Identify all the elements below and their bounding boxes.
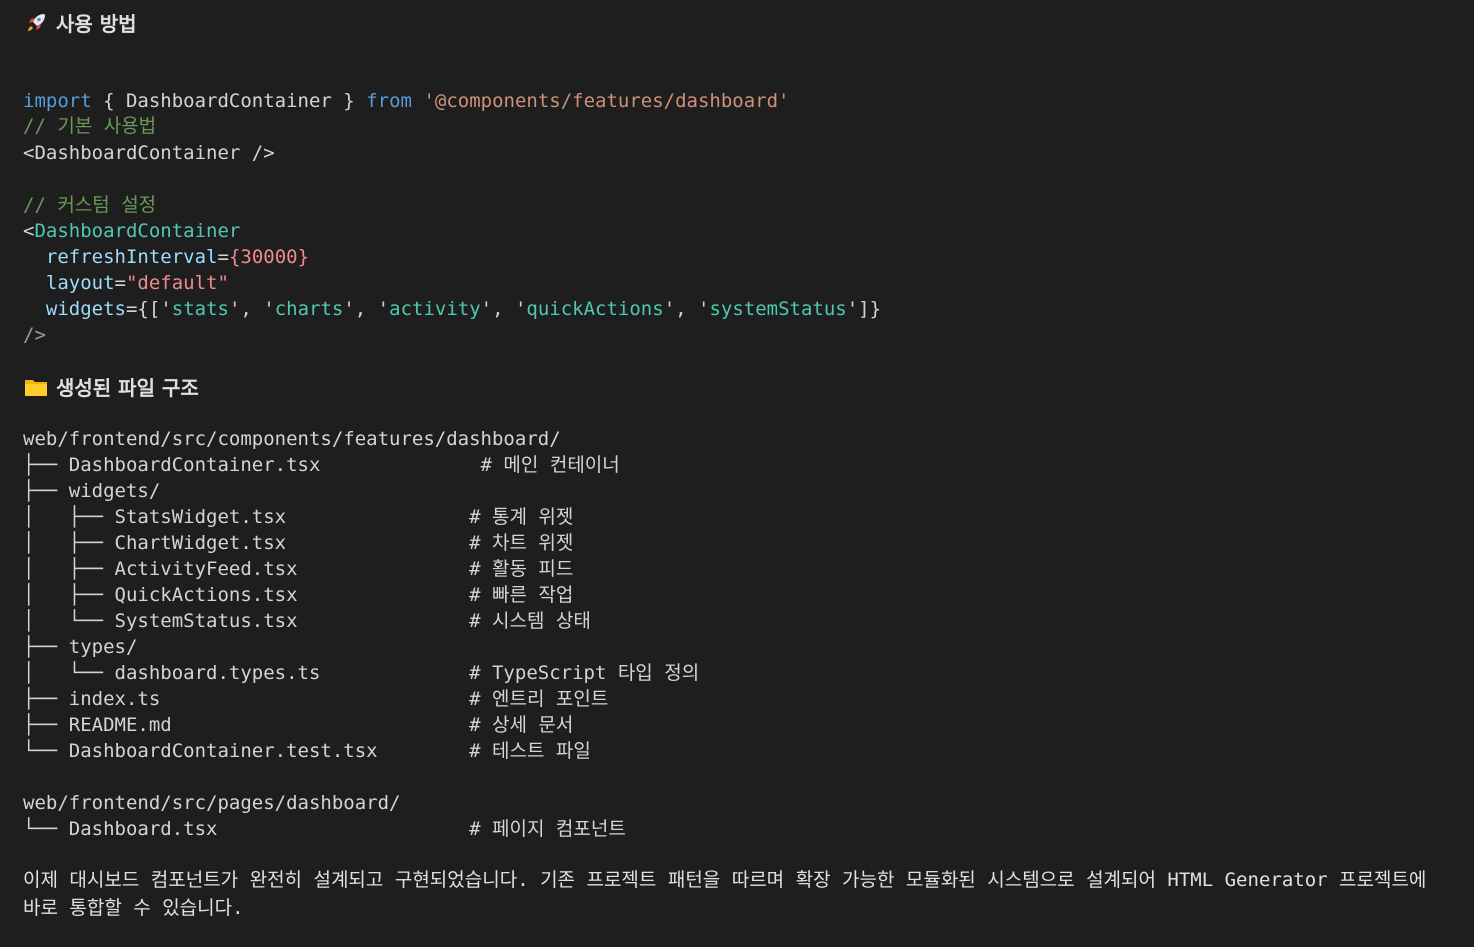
tree-line: ├── DashboardContainer.tsx # 메인 컨테이너 [23,454,620,476]
tree-line: ├── widgets/ [23,480,161,502]
sep3: ', ' [480,298,527,320]
tree-line: ├── index.ts # 엔트리 포인트 [23,688,609,710]
prop3-eq: = [125,298,138,320]
tree-line: │ ├── QuickActions.tsx # 빠른 작업 [23,584,574,606]
sep1: ', ' [228,298,275,320]
rocket-icon [24,11,48,35]
widget-quick-actions: quickActions [526,298,664,320]
from-keyword: from [366,90,412,112]
prop1-name: refreshInterval [45,246,218,268]
comment-basic: // 기본 사용법 [23,115,157,137]
tree-line: └── DashboardContainer.test.tsx # 테스트 파일 [23,740,591,762]
tree-line: web/frontend/src/components/features/das… [23,428,561,450]
tree-line: │ ├── ActivityFeed.tsx # 활동 피드 [23,558,574,580]
import-names: { DashboardContainer } [103,90,355,112]
tree-line: ├── types/ [23,636,138,658]
structure-heading: 생성된 파일 구조 [24,372,199,401]
widget-activity: activity [389,298,481,320]
sep4: ', ' [663,298,710,320]
tree-line: │ ├── ChartWidget.tsx # 차트 위젯 [23,532,574,554]
prop2-value: "default" [125,272,229,294]
prop-layout: layout="default" [23,270,229,296]
prop1-value: {30000} [228,246,310,268]
tree-line: │ └── SystemStatus.tsx # 시스템 상태 [23,610,591,632]
folder-icon [24,376,48,398]
widget-system-status: systemStatus [709,298,847,320]
custom-tag-open: <DashboardContainer [23,218,240,244]
tag-self-close: /> [23,324,46,346]
import-path: '@components/features/dashboard' [423,90,790,112]
tree-line: ├── README.md # 상세 문서 [23,714,574,736]
tag-name: DashboardContainer [34,220,241,242]
widget-charts: charts [274,298,344,320]
prop-widgets: widgets={['stats', 'charts', 'activity',… [23,296,881,322]
tree-line: │ └── dashboard.types.ts # TypeScript 타입… [23,662,700,684]
tag-open-bracket: < [23,220,35,242]
tree-line: │ ├── StatsWidget.tsx # 통계 위젯 [23,506,574,528]
usage-heading-text: 사용 방법 [56,12,137,36]
import-line: import { DashboardContainer } from '@com… [23,62,789,112]
comment-custom: // 커스텀 설정 [23,194,157,216]
import-keyword: import [23,90,92,112]
prop2-eq: = [114,272,126,294]
tree-line: web/frontend/src/pages/dashboard/ [23,792,401,814]
prop3-open: {[' [137,298,172,320]
summary-paragraph: 이제 대시보드 컴포넌트가 완전히 설계되고 구현되었습니다. 기존 프로젝트 … [23,869,1427,919]
widget-stats: stats [171,298,229,320]
prop3-close: ']} [846,298,882,320]
tree-line: └── Dashboard.tsx # 페이지 컴포넌트 [23,818,626,840]
structure-heading-text: 생성된 파일 구조 [56,376,199,400]
prop2-name: layout [45,272,115,294]
usage-heading: 사용 방법 [24,8,137,37]
sep2: ', ' [343,298,390,320]
basic-usage-tag: <DashboardContainer /> [23,142,275,164]
prop3-name: widgets [45,298,126,320]
prop-refresh-interval: refreshInterval={30000} [23,244,309,270]
prop1-eq: = [217,246,229,268]
